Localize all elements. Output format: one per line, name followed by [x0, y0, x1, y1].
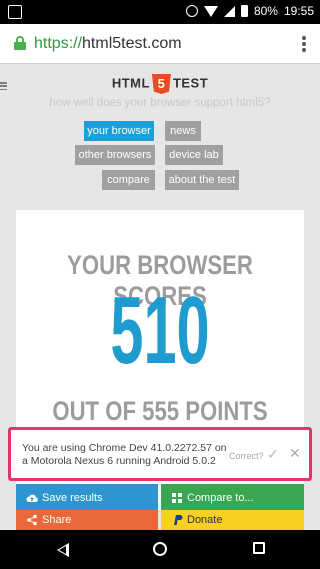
system-nav-bar: [0, 530, 320, 569]
donate-button[interactable]: Donate: [161, 510, 304, 530]
confirm-check-icon[interactable]: ✓: [267, 446, 279, 463]
save-results-label: Save results: [42, 492, 103, 504]
score-value: 510: [110, 277, 210, 384]
logo-text-test: TEST: [172, 75, 209, 91]
home-icon[interactable]: [153, 542, 167, 556]
notification-icon: [8, 5, 22, 19]
close-icon[interactable]: ✕: [289, 445, 301, 462]
detection-text: You are using Chrome Dev 41.0.2272.57 on…: [22, 442, 227, 467]
compare-to-button[interactable]: Compare to...: [161, 484, 304, 512]
site-tagline: how well does your browser support html5…: [49, 97, 271, 109]
clock: 19:55: [283, 4, 314, 18]
nav-other-browsers[interactable]: other browsers: [75, 145, 155, 165]
overflow-menu-icon[interactable]: [302, 36, 306, 52]
score-out-of: OUT OF 555 POINTS: [52, 396, 268, 426]
wifi-icon: [203, 5, 218, 17]
save-results-button[interactable]: Save results: [16, 484, 158, 512]
battery-percent: 80%: [253, 4, 278, 18]
share-icon: [27, 514, 37, 526]
site-logo[interactable]: HTML 5 TEST: [0, 74, 320, 94]
donate-label: Donate: [187, 514, 223, 526]
correct-label: Correct?: [229, 451, 264, 461]
url-host: html5test.com: [82, 35, 182, 52]
url-scheme: https://: [34, 35, 83, 52]
nav-news[interactable]: news: [165, 121, 201, 141]
nav-compare[interactable]: compare: [102, 170, 155, 190]
status-bar: 80% 19:55: [0, 0, 320, 24]
alarm-icon: [185, 5, 198, 17]
browser-detection-notice: You are using Chrome Dev 41.0.2272.57 on…: [8, 427, 312, 481]
back-icon[interactable]: [57, 543, 69, 557]
recent-apps-icon[interactable]: [253, 542, 265, 554]
lock-icon[interactable]: [14, 36, 26, 50]
grid-icon: [172, 493, 182, 503]
share-label: Share: [42, 514, 72, 526]
logo-text-html: HTML: [111, 75, 150, 91]
address-bar[interactable]: https://html5test.com: [34, 35, 182, 53]
cloud-upload-icon: [26, 494, 38, 503]
compare-to-label: Compare to...: [187, 492, 254, 504]
nav-about-the-test[interactable]: about the test: [165, 170, 239, 190]
browser-toolbar: https://html5test.com: [0, 24, 320, 64]
battery-icon: [240, 5, 248, 17]
signal-icon: [223, 5, 235, 17]
share-button[interactable]: Share: [16, 510, 158, 530]
paypal-icon: [174, 515, 183, 525]
nav-your-browser[interactable]: your browser: [84, 121, 154, 141]
nav-device-lab[interactable]: device lab: [165, 145, 223, 165]
html5-badge-icon: 5: [151, 74, 171, 94]
